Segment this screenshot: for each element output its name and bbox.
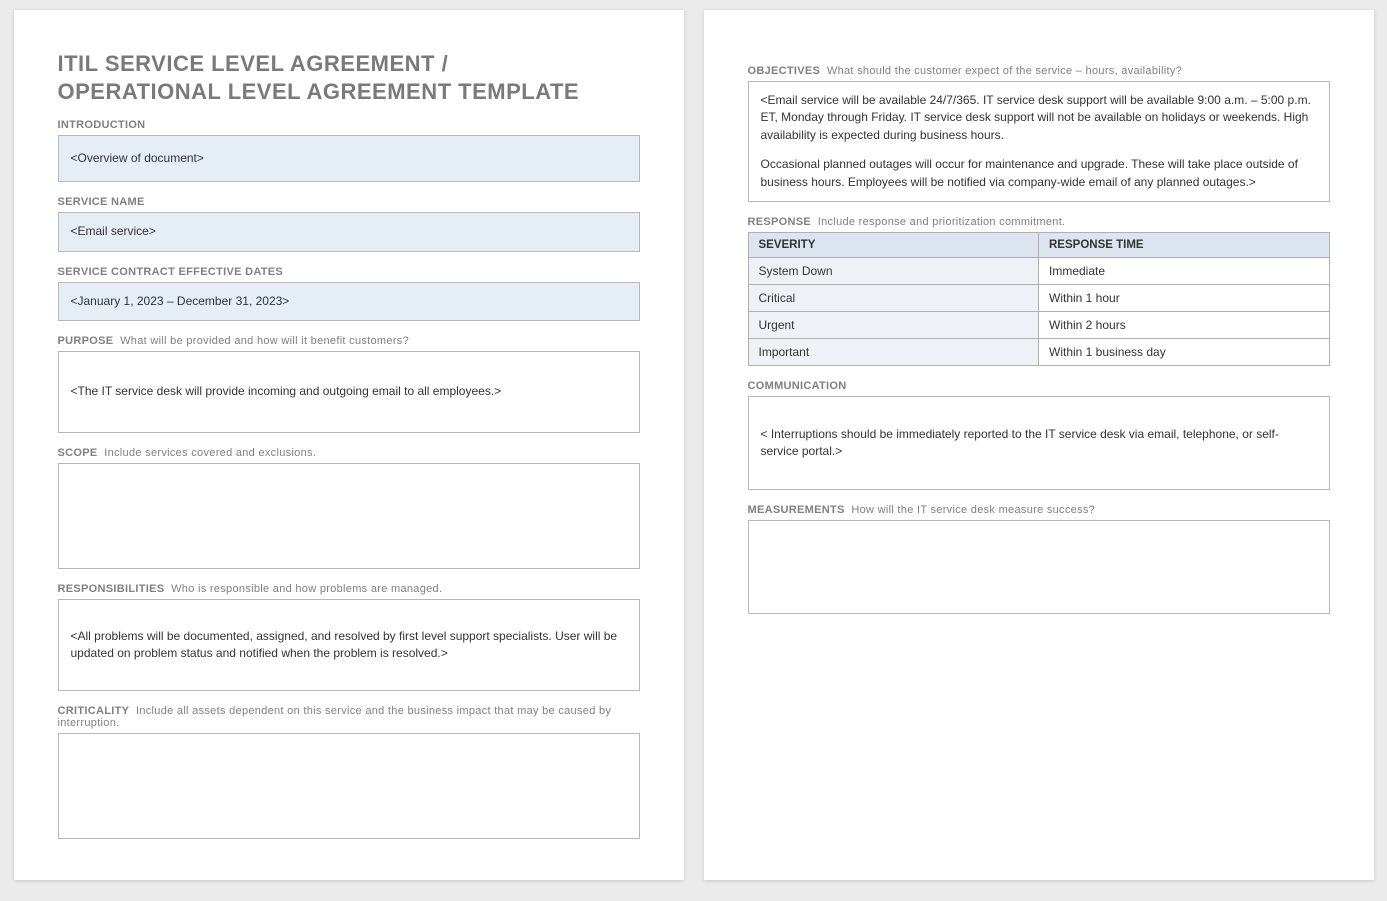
- table-row: Important Within 1 business day: [748, 338, 1329, 365]
- severity-cell: Urgent: [748, 311, 1039, 338]
- measurements-label: MEASUREMENTS How will the IT service des…: [748, 504, 1330, 516]
- purpose-field[interactable]: <The IT service desk will provide incomi…: [58, 351, 640, 433]
- title-line-2: OPERATIONAL LEVEL AGREEMENT TEMPLATE: [58, 79, 580, 104]
- measurements-field[interactable]: [748, 520, 1330, 614]
- response-header-severity: SEVERITY: [748, 232, 1039, 257]
- document-title: ITIL SERVICE LEVEL AGREEMENT / OPERATION…: [58, 50, 640, 105]
- contract-dates-field[interactable]: <January 1, 2023 – December 31, 2023>: [58, 282, 640, 321]
- response-time-cell: Immediate: [1039, 257, 1330, 284]
- table-row: System Down Immediate: [748, 257, 1329, 284]
- response-table: SEVERITY RESPONSE TIME System Down Immed…: [748, 232, 1330, 366]
- response-hint: Include response and prioritization comm…: [818, 216, 1066, 228]
- document-page-2: OBJECTIVES What should the customer expe…: [704, 10, 1374, 880]
- title-line-1: ITIL SERVICE LEVEL AGREEMENT /: [58, 51, 449, 76]
- severity-cell: System Down: [748, 257, 1039, 284]
- scope-field[interactable]: [58, 463, 640, 569]
- purpose-label: PURPOSE What will be provided and how wi…: [58, 335, 640, 347]
- scope-hint: Include services covered and exclusions.: [104, 447, 316, 459]
- purpose-hint: What will be provided and how will it be…: [120, 335, 409, 347]
- criticality-label: CRITICALITY Include all assets dependent…: [58, 705, 640, 729]
- criticality-hint: Include all assets dependent on this ser…: [58, 705, 612, 729]
- severity-cell: Critical: [748, 284, 1039, 311]
- service-name-label: SERVICE NAME: [58, 196, 640, 208]
- objectives-hint: What should the customer expect of the s…: [827, 65, 1182, 77]
- objectives-field[interactable]: <Email service will be available 24/7/36…: [748, 81, 1330, 202]
- introduction-field[interactable]: <Overview of document>: [58, 135, 640, 182]
- response-time-cell: Within 1 business day: [1039, 338, 1330, 365]
- document-page-1: ITIL SERVICE LEVEL AGREEMENT / OPERATION…: [14, 10, 684, 880]
- response-table-header-row: SEVERITY RESPONSE TIME: [748, 232, 1329, 257]
- measurements-hint: How will the IT service desk measure suc…: [851, 504, 1095, 516]
- introduction-label: INTRODUCTION: [58, 119, 640, 131]
- response-label: RESPONSE Include response and prioritiza…: [748, 216, 1330, 228]
- response-time-cell: Within 2 hours: [1039, 311, 1330, 338]
- objectives-para-2: Occasional planned outages will occur fo…: [761, 156, 1317, 191]
- contract-dates-label: SERVICE CONTRACT EFFECTIVE DATES: [58, 266, 640, 278]
- communication-field[interactable]: < Interruptions should be immediately re…: [748, 396, 1330, 490]
- table-row: Critical Within 1 hour: [748, 284, 1329, 311]
- responsibilities-field[interactable]: <All problems will be documented, assign…: [58, 599, 640, 691]
- responsibilities-label: RESPONSIBILITIES Who is responsible and …: [58, 583, 640, 595]
- service-name-field[interactable]: <Email service>: [58, 212, 640, 251]
- severity-cell: Important: [748, 338, 1039, 365]
- objectives-label: OBJECTIVES What should the customer expe…: [748, 65, 1330, 77]
- communication-label: COMMUNICATION: [748, 380, 1330, 392]
- responsibilities-hint: Who is responsible and how problems are …: [171, 583, 442, 595]
- criticality-field[interactable]: [58, 733, 640, 839]
- response-time-cell: Within 1 hour: [1039, 284, 1330, 311]
- response-header-time: RESPONSE TIME: [1039, 232, 1330, 257]
- scope-label: SCOPE Include services covered and exclu…: [58, 447, 640, 459]
- objectives-para-1: <Email service will be available 24/7/36…: [761, 92, 1317, 144]
- table-row: Urgent Within 2 hours: [748, 311, 1329, 338]
